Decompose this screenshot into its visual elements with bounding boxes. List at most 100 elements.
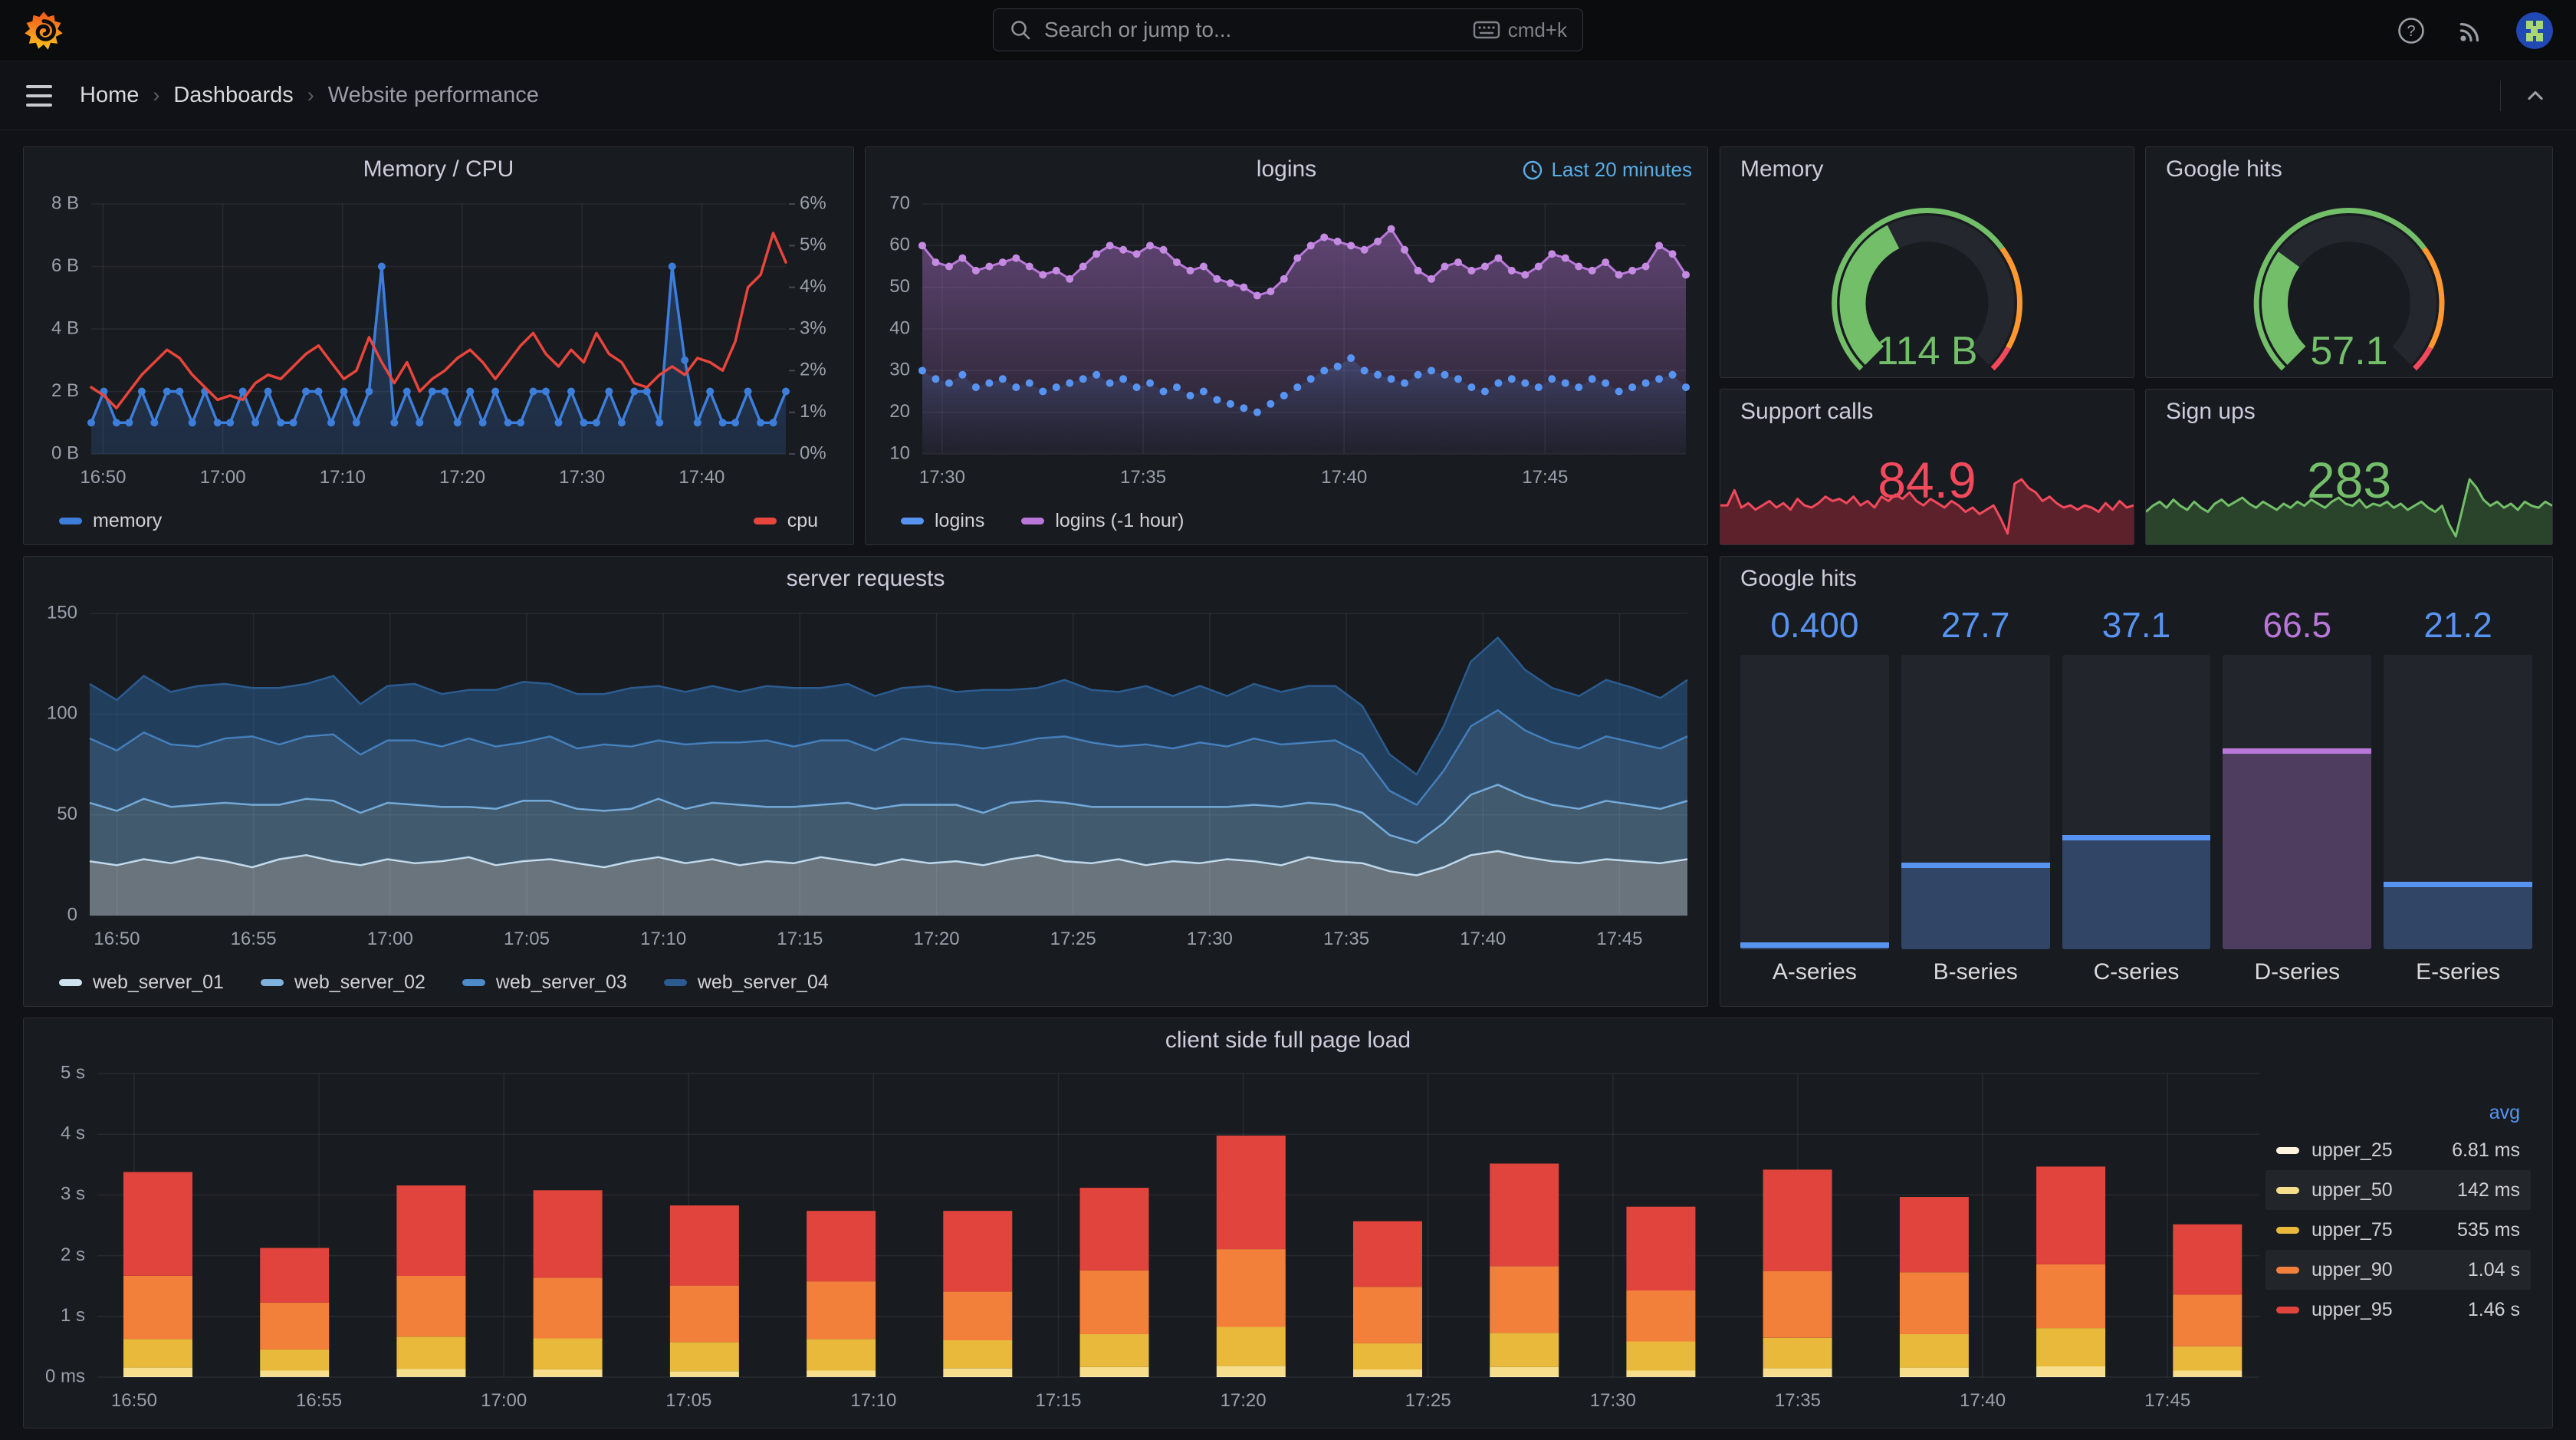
x-axis-label: 17:00 [200, 467, 246, 488]
menu-icon[interactable] [26, 84, 52, 107]
x-axis-label: 17:45 [2144, 1390, 2190, 1411]
bar-gauge-fill [2384, 881, 2532, 949]
bar-segment [2036, 1328, 2106, 1366]
legend-label: logins [935, 509, 985, 531]
bar-segment [1216, 1136, 1286, 1250]
search-box[interactable]: cmd+k [993, 8, 1583, 51]
bar-segment [396, 1336, 466, 1369]
breadcrumb-home[interactable]: Home [80, 83, 139, 108]
legend-avg-value: 535 ms [2457, 1218, 2520, 1241]
legend-swatch [1021, 517, 1045, 524]
legend-item[interactable]: web_server_04 [663, 972, 829, 994]
bar-segment [2173, 1224, 2242, 1295]
panel-title[interactable]: client side full page load [24, 1018, 2552, 1063]
breadcrumb-separator: › [153, 84, 160, 107]
panel-server-requests: server requests 0 50 100 150 16:50 16:55 17:00… [23, 556, 1708, 1007]
bar-segment [943, 1340, 1013, 1369]
bar-gauge-column[interactable]: 37.1 C-series [2062, 603, 2211, 991]
bar-segment [396, 1276, 466, 1337]
legend-item[interactable]: web_server_03 [462, 972, 627, 994]
x-axis-label: 17:15 [777, 929, 823, 949]
panel-title[interactable]: Support calls [1720, 390, 2134, 434]
bar-segment [123, 1172, 192, 1276]
bar-segment [396, 1185, 466, 1276]
bar-gauge-value: 37.1 [2101, 605, 2171, 645]
legend-avg-header: avg [2489, 1101, 2520, 1123]
x-axis-label: 16:50 [94, 929, 140, 949]
panel-memory-gauge: Memory 114 B [1720, 146, 2134, 378]
bar-gauge-value: 66.5 [2262, 605, 2332, 645]
legend-swatch [59, 517, 82, 524]
legend-item[interactable]: web_server_02 [260, 972, 426, 994]
bar-segment [533, 1190, 603, 1278]
legend-item[interactable]: memory [59, 510, 162, 532]
legend-item[interactable]: web_server_01 [59, 972, 224, 994]
bar-segment [1490, 1163, 1559, 1267]
bar-segment [2173, 1376, 2242, 1377]
bar-segment [1899, 1367, 1969, 1377]
y-axis-label: 0 ms [45, 1366, 85, 1386]
bar-gauge-value: 0.400 [1770, 605, 1859, 645]
time-range-hint[interactable]: Last 20 minutes [1522, 158, 1692, 182]
bar-segment [2173, 1370, 2242, 1377]
bar-gauge-fill [2223, 748, 2372, 949]
grafana-logo-icon[interactable] [23, 10, 64, 51]
search-input[interactable] [1043, 17, 1473, 43]
bar-gauge-column[interactable]: 0.400 A-series [1740, 603, 1889, 991]
bar-segment [260, 1370, 330, 1377]
bar-segment [123, 1339, 192, 1368]
bar-gauge-column[interactable]: 27.7 B-series [1901, 603, 2050, 991]
x-axis-label: 17:20 [913, 929, 959, 949]
legend-label: logins (-1 hour) [1055, 509, 1184, 531]
collapse-chevron-up-icon[interactable] [2521, 81, 2550, 110]
bar-segment [807, 1370, 876, 1377]
chart-legend: memory cpu [24, 497, 853, 544]
server-requests-chart[interactable]: 0 50 100 150 16:50 16:55 17:00 17:05 17:10 17:15 1… [24, 601, 1707, 958]
chart-legend-table: avg upper_25 6.81 ms upper_50 142 ms upper_75… [2266, 1095, 2531, 1330]
panel-title[interactable]: Sign ups [2146, 390, 2552, 434]
panel-title[interactable]: server requests [24, 557, 1707, 601]
legend-item[interactable]: logins [901, 510, 984, 532]
memory-cpu-chart[interactable]: 0 B 2 B 4 B 6 B 8 B 0% 1% 2% 3% 4% 5% 6% 16:50 17:00 1… [24, 192, 853, 497]
legend-row[interactable]: upper_50 142 ms [2266, 1170, 2531, 1210]
bar-segment [123, 1367, 192, 1377]
panel-sign-ups: Sign ups 283 [2145, 389, 2553, 545]
bar-gauge-column[interactable]: 21.2 E-series [2384, 603, 2532, 991]
legend-swatch [462, 978, 485, 986]
breadcrumb-dashboards[interactable]: Dashboards [173, 83, 293, 108]
right-y-axis-label: 6% [800, 192, 826, 213]
bar-gauge-column[interactable]: 66.5 D-series [2223, 603, 2372, 991]
legend-row[interactable]: upper_25 6.81 ms [2266, 1130, 2531, 1170]
y-axis-label: 4 B [51, 317, 79, 338]
legend-swatch [2276, 1306, 2299, 1313]
legend-row[interactable]: upper_95 1.46 s [2266, 1290, 2531, 1330]
user-avatar[interactable] [2516, 12, 2553, 49]
dashboard: Memory / CPU 0 B 2 B 4 B 6 B 8 B 0% 1% 2% 3% 4% 5%… [0, 131, 2576, 1440]
y-axis-label: 40 [889, 317, 910, 338]
legend-row[interactable]: upper_75 535 ms [2266, 1210, 2531, 1250]
client-page-load-chart[interactable]: 0 ms 1 s 2 s 3 s 4 s 5 s 16:50 16:55 17:00 17:05 1… [24, 1061, 2270, 1423]
x-axis-label: 17:40 [1460, 929, 1506, 949]
bar-segment [1626, 1290, 1696, 1342]
panel-title[interactable]: Memory / CPU [24, 147, 853, 192]
legend-item[interactable]: logins (-1 hour) [1021, 510, 1184, 532]
help-icon[interactable]: ? [2397, 16, 2426, 45]
panel-title[interactable]: Google hits [2146, 147, 2552, 192]
legend-item[interactable]: cpu [753, 510, 818, 532]
bar-segment [1626, 1341, 1696, 1371]
x-axis-label: 17:35 [1775, 1390, 1821, 1411]
memory-gauge: 114 B [1720, 192, 2134, 377]
panel-title[interactable]: Google hits [1720, 557, 2552, 601]
bar-segment [807, 1211, 876, 1282]
legend-swatch [753, 517, 777, 524]
y-axis-label: 150 [47, 602, 77, 623]
legend-swatch [901, 517, 924, 524]
panel-title[interactable]: Memory [1720, 147, 2134, 192]
y-axis-label: 20 [889, 401, 910, 422]
news-feed-icon[interactable] [2456, 16, 2486, 45]
y-axis-label: 30 [889, 360, 910, 380]
right-y-axis-label: 1% [800, 401, 826, 422]
logins-chart[interactable]: 10 20 30 40 50 60 70 17:30 17:35 17:40 17:45 [866, 192, 1707, 497]
legend-row[interactable]: upper_90 1.04 s [2266, 1250, 2531, 1290]
x-axis-label: 17:10 [320, 467, 366, 488]
